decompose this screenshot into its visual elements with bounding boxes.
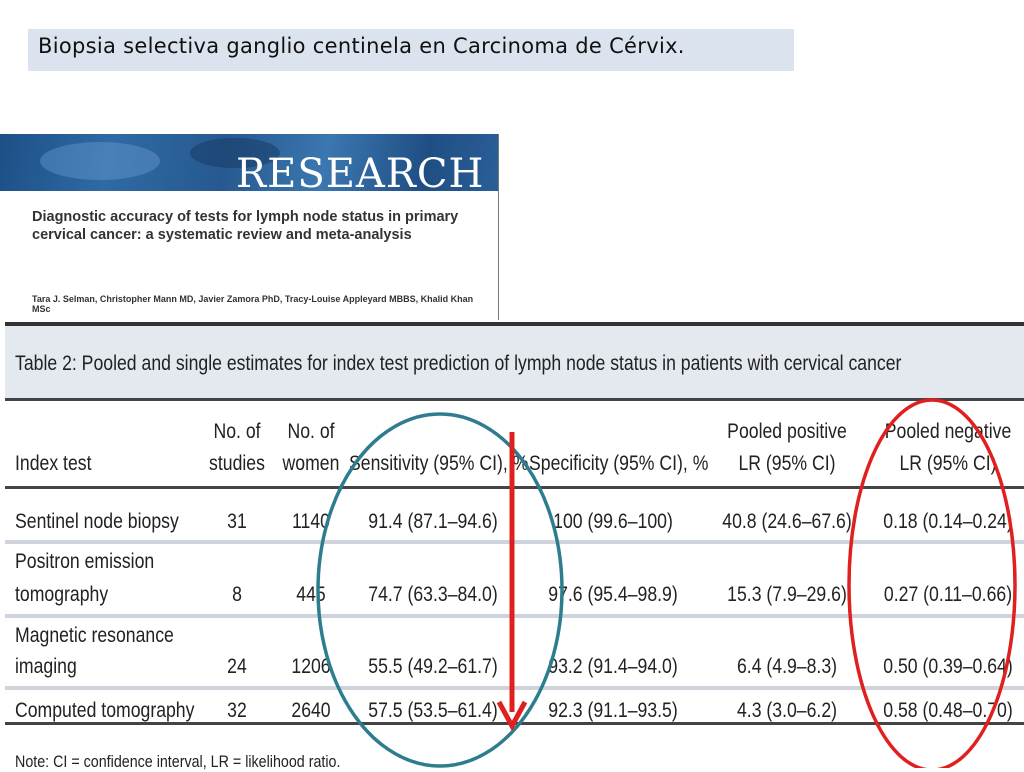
row-2-women: 445: [296, 583, 326, 606]
row-2-studies: 8: [232, 583, 242, 606]
row-1-positive-lr: 40.8 (24.6–67.6): [722, 510, 852, 533]
article-title: Diagnostic accuracy of tests for lymph n…: [32, 209, 459, 243]
header-women-line1: No. of: [287, 420, 335, 443]
header-sensitivity: Sensitivity (95% CI), %: [349, 452, 529, 475]
article-header-excerpt: RESEARCH Diagnostic accuracy of tests fo…: [0, 134, 499, 320]
article-authors: Tara J. Selman, Christopher Mann MD, Jav…: [32, 294, 474, 314]
table-caption-text: Table 2: Pooled and single estimates for…: [15, 352, 902, 375]
row-3-negative-lr: 0.50 (0.39–0.64): [883, 655, 1013, 678]
row-2-sensitivity: 74.7 (63.3–84.0): [368, 583, 498, 606]
row-1-index-test: Sentinel node biopsy: [15, 510, 179, 533]
row-1-studies: 31: [227, 510, 247, 533]
row-3-sensitivity: 55.5 (49.2–61.7): [368, 655, 498, 678]
table-caption: Table 2: Pooled and single estimates for…: [5, 326, 1024, 401]
results-table: Table 2: Pooled and single estimates for…: [5, 322, 1024, 772]
row-2-positive-lr: 15.3 (7.9–29.6): [727, 583, 847, 606]
journal-banner: RESEARCH: [0, 134, 498, 191]
header-index-test: Index test: [15, 452, 92, 475]
table-bottom-rule: [5, 722, 1024, 725]
row-1-negative-lr: 0.18 (0.14–0.24): [883, 510, 1013, 533]
row-1-women: 1140: [292, 510, 330, 533]
row-1-specificity: 100 (99.6–100): [553, 510, 673, 533]
header-negative-lr-line1: Pooled negative: [884, 420, 1012, 443]
row-3-positive-lr: 6.4 (4.9–8.3): [736, 655, 838, 678]
slide-title: Biopsia selectiva ganglio centinela en C…: [28, 29, 794, 71]
row-separator: [5, 686, 1024, 690]
table-footnote: Note: CI = confidence interval, LR = lik…: [15, 752, 341, 771]
row-2-negative-lr: 0.27 (0.11–0.66): [883, 583, 1013, 606]
header-women-line2: women: [282, 452, 340, 475]
header-studies-line1: No. of: [213, 420, 261, 443]
row-3-index-test-line1: Magnetic resonance: [15, 624, 174, 647]
row-2-specificity: 97.6 (95.4–98.9): [548, 583, 678, 606]
header-studies-line2: studies: [209, 452, 265, 475]
row-separator: [5, 614, 1024, 618]
journal-section-word: RESEARCH: [236, 151, 485, 191]
row-3-studies: 24: [227, 655, 247, 678]
header-negative-lr-line2: LR (95% CI): [899, 452, 997, 475]
banner-texture: [40, 142, 160, 180]
row-3-specificity: 93.2 (91.4–94.0): [548, 655, 678, 678]
row-2-index-test-line1: Positron emission: [15, 550, 155, 573]
row-separator: [5, 540, 1024, 544]
header-specificity: Specificity (95% CI), %: [529, 452, 709, 475]
row-3-women: 1206: [291, 655, 331, 678]
header-separator: [5, 486, 1024, 489]
header-positive-lr-line2: LR (95% CI): [738, 452, 836, 475]
row-3-index-test-line2: imaging: [15, 655, 77, 678]
header-positive-lr-line1: Pooled positive: [727, 420, 847, 443]
row-1-sensitivity: 91.4 (87.1–94.6): [368, 510, 498, 533]
row-2-index-test-line2: tomography: [15, 583, 109, 606]
